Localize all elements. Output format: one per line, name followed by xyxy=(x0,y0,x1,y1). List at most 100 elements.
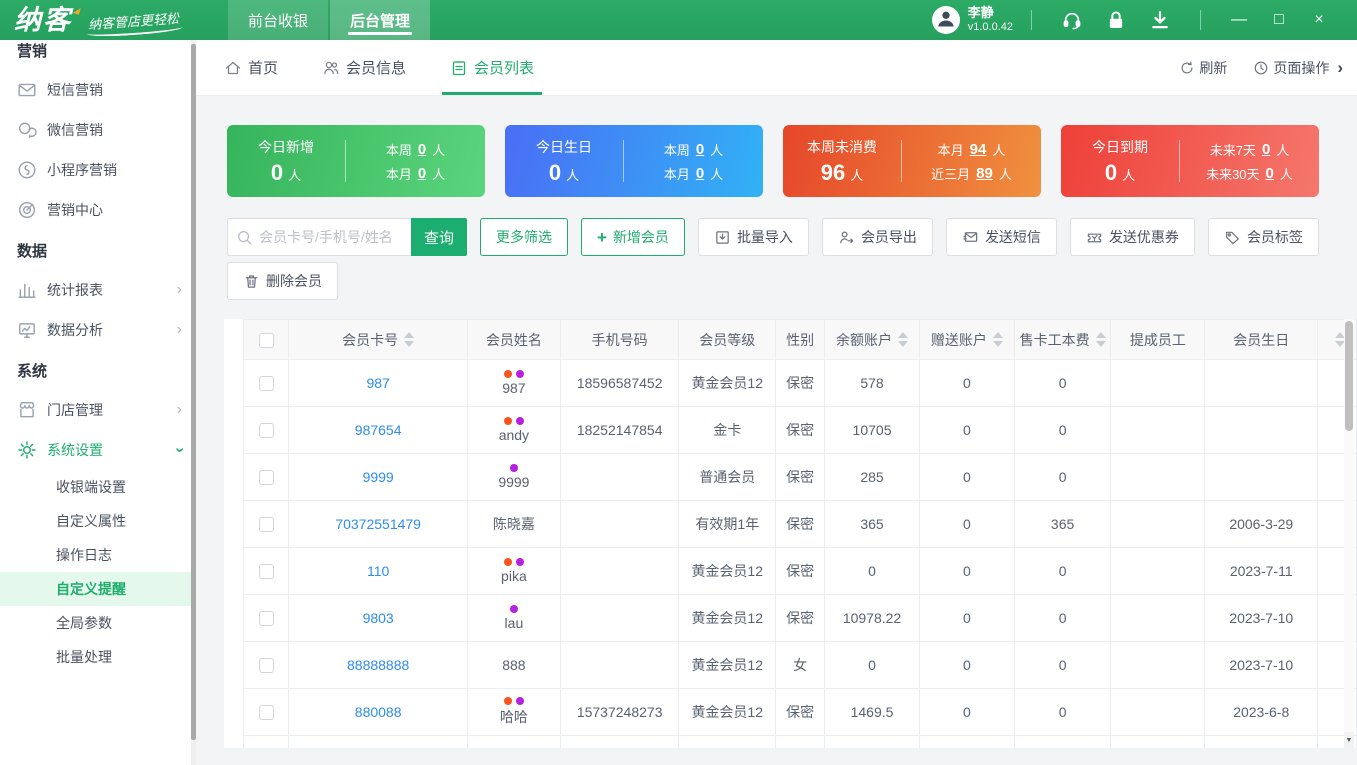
stat-line-value[interactable]: 89 xyxy=(976,165,993,182)
tab-首页[interactable]: 首页 xyxy=(224,40,278,95)
row-checkbox[interactable] xyxy=(258,470,274,486)
chevron-right-icon[interactable]: › xyxy=(1337,58,1343,78)
row-checkbox[interactable] xyxy=(258,423,274,439)
cell-birthday xyxy=(1204,359,1319,407)
sort-icon[interactable] xyxy=(898,332,909,347)
cell-birthday: 2023-7-11 xyxy=(1204,547,1319,595)
sidebar-item-营销中心[interactable]: 营销中心 xyxy=(0,190,196,230)
tab-会员信息[interactable]: 会员信息 xyxy=(322,40,406,95)
stat-line-value[interactable]: 0 xyxy=(1262,141,1270,158)
download-icon[interactable] xyxy=(1149,9,1171,31)
sidebar-subitem-自定义提醒[interactable]: 自定义提醒 xyxy=(0,572,196,606)
row-checkbox[interactable] xyxy=(258,658,274,674)
member-card-link[interactable]: 880088 xyxy=(355,704,402,720)
sidebar-subitem-操作日志[interactable]: 操作日志 xyxy=(0,538,196,572)
sidebar-subitem-自定义属性[interactable]: 自定义属性 xyxy=(0,504,196,538)
stat-line-value[interactable]: 94 xyxy=(970,141,987,158)
maximize-button[interactable]: □ xyxy=(1259,0,1299,40)
grey-buttons: 批量导入 会员导出 发送短信 发送优惠券 会员标签 xyxy=(697,218,1319,256)
更多筛选-button[interactable]: 更多筛选 xyxy=(480,218,568,256)
member-card-link[interactable]: 88888888 xyxy=(347,657,409,673)
sidebar-section-营销: 营销 xyxy=(17,42,48,60)
sort-desc-icon[interactable] xyxy=(404,341,415,347)
批量导入-button[interactable]: 批量导入 xyxy=(697,218,809,256)
cell-card: 9999 xyxy=(288,453,468,501)
row-checkbox[interactable] xyxy=(258,611,274,627)
col-header-会员等级: 会员等级 xyxy=(678,319,777,360)
col-header-余额账户[interactable]: 余额账户 xyxy=(824,319,920,360)
sort-asc-icon[interactable] xyxy=(404,332,415,338)
sort-asc-icon[interactable] xyxy=(992,332,1003,338)
sort-desc-icon[interactable] xyxy=(992,341,1003,347)
refresh-button[interactable]: 刷新 xyxy=(1179,58,1227,78)
select-all-checkbox[interactable] xyxy=(258,332,274,348)
发送短信-button[interactable]: 发送短信 xyxy=(945,218,1057,256)
row-checkbox[interactable] xyxy=(258,705,274,721)
table-scrollbar[interactable]: ▼ xyxy=(1344,319,1354,748)
col-header-赠送账户[interactable]: 赠送账户 xyxy=(918,319,1015,360)
app-version: v1.0.0.42 xyxy=(967,21,1013,34)
support-icon[interactable] xyxy=(1061,9,1083,31)
sidebar-item-小程序营销[interactable]: 小程序营销 xyxy=(0,150,196,190)
stat-line-value[interactable]: 0 xyxy=(1266,165,1274,182)
cell-card: 880088 xyxy=(288,688,468,736)
member-card-link[interactable]: 987654 xyxy=(355,422,402,438)
member-card-link[interactable]: 9803 xyxy=(363,610,394,626)
sort-icon[interactable] xyxy=(1095,332,1106,347)
refresh-icon xyxy=(1179,60,1195,76)
stat-line-value[interactable]: 0 xyxy=(696,141,704,158)
stat-line-value[interactable]: 0 xyxy=(696,165,704,182)
sidebar-item-短信营销[interactable]: 短信营销 xyxy=(0,70,196,110)
search-input[interactable] xyxy=(259,229,403,245)
page-ops-button[interactable]: 页面操作 xyxy=(1253,58,1329,78)
stat-cards: 今日新增 0 人本周 0 人本月 0 人今日生日 0 人本周 0 人本月 0 人本周未消费 96 人本月 94… xyxy=(227,125,1340,197)
close-button[interactable]: × xyxy=(1299,0,1339,40)
stat-card-value: 0人 xyxy=(548,159,580,185)
sort-icon[interactable] xyxy=(404,332,415,347)
sidebar-item-数据分析[interactable]: 数据分析 › xyxy=(0,310,196,350)
row-checkbox[interactable] xyxy=(258,517,274,533)
sidebar-item-系统设置[interactable]: 系统设置 › xyxy=(0,430,196,470)
lock-icon[interactable] xyxy=(1105,9,1127,31)
新增会员-button[interactable]: + 新增会员 xyxy=(581,218,685,256)
avatar[interactable] xyxy=(931,6,960,34)
sidebar-item-微信营销[interactable]: 微信营销 xyxy=(0,110,196,150)
sidebar-scrollbar-thumb[interactable] xyxy=(191,44,196,740)
scroll-down-arrow[interactable]: ▼ xyxy=(1344,732,1354,748)
member-card-link[interactable]: 110 xyxy=(367,563,389,579)
col-header-售卡工本费[interactable]: 售卡工本费 xyxy=(1013,319,1112,360)
topbar-tab-后台管理[interactable]: 后台管理 xyxy=(330,0,430,40)
发送优惠券-button[interactable]: 发送优惠券 xyxy=(1069,218,1195,256)
member-card-link[interactable]: 987 xyxy=(366,375,389,391)
sort-asc-icon[interactable] xyxy=(898,332,909,338)
sort-icon[interactable] xyxy=(992,332,1003,347)
sort-desc-icon[interactable] xyxy=(1095,341,1106,347)
sidebar-subitem-收银端设置[interactable]: 收银端设置 xyxy=(0,470,196,504)
删除会员-button[interactable]: 删除会员 xyxy=(227,262,338,300)
button-label: 删除会员 xyxy=(266,273,322,289)
sidebar-subitem-全局参数[interactable]: 全局参数 xyxy=(0,606,196,640)
stat-line-label: 本周 xyxy=(385,142,412,158)
sort-asc-icon[interactable] xyxy=(1095,332,1106,338)
col-header-会员卡号[interactable]: 会员卡号 xyxy=(288,319,468,360)
stat-line-value[interactable]: 0 xyxy=(418,141,426,158)
topbar-tab-前台收银[interactable]: 前台收银 xyxy=(228,0,328,40)
会员导出-button[interactable]: 会员导出 xyxy=(821,218,933,256)
sidebar-scrollbar[interactable] xyxy=(191,40,196,765)
sidebar-item-统计报表[interactable]: 统计报表 › xyxy=(0,270,196,310)
table-scrollbar-thumb[interactable] xyxy=(1345,321,1353,431)
sidebar-subitem-批量处理[interactable]: 批量处理 xyxy=(0,640,196,674)
会员标签-button[interactable]: 会员标签 xyxy=(1207,218,1319,256)
query-button[interactable]: 查询 xyxy=(411,218,467,256)
member-card-link[interactable]: 70372551479 xyxy=(335,516,421,532)
row-checkbox[interactable] xyxy=(258,376,274,392)
member-card-link[interactable]: 9999 xyxy=(363,469,394,485)
stat-line-value[interactable]: 0 xyxy=(418,165,426,182)
row-checkbox[interactable] xyxy=(258,564,274,580)
sort-desc-icon[interactable] xyxy=(898,341,909,347)
tab-会员列表[interactable]: 会员列表 xyxy=(442,40,543,95)
cell-gender: 保密 xyxy=(775,453,826,501)
sidebar-item-门店管理[interactable]: 门店管理 › xyxy=(0,390,196,430)
minimize-button[interactable]: — xyxy=(1219,0,1259,40)
col-header-checkbox[interactable] xyxy=(242,319,290,360)
